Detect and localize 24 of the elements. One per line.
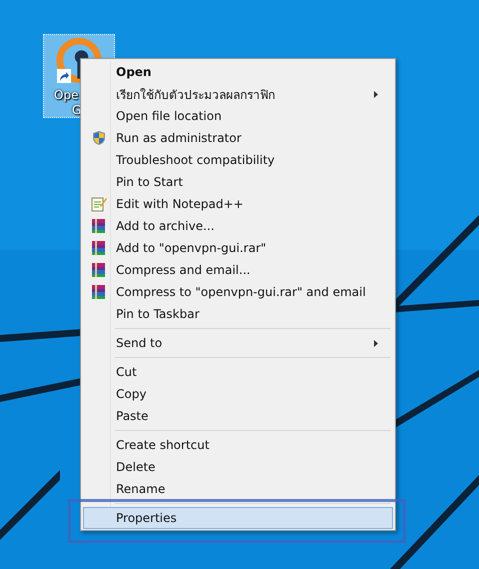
menu-item[interactable]: Run as administrator: [83, 127, 393, 149]
menu-item[interactable]: Pin to Start: [83, 171, 393, 193]
menu-item[interactable]: Properties: [83, 507, 393, 529]
menu-item[interactable]: Compress and email...: [83, 259, 393, 281]
menu-item[interactable]: Delete: [83, 456, 393, 478]
menu-item[interactable]: Pin to Taskbar: [83, 303, 393, 325]
menu-item[interactable]: Edit with Notepad++: [83, 193, 393, 215]
books-icon: [91, 284, 107, 300]
menu-item[interactable]: Rename: [83, 478, 393, 500]
icon-label: Ope: [54, 88, 78, 103]
notepad-icon: [91, 196, 107, 212]
menu-item[interactable]: Copy: [83, 383, 393, 405]
books-icon: [91, 240, 107, 256]
menu-item[interactable]: Add to "openvpn-gui.rar": [83, 237, 393, 259]
menu-item[interactable]: Send to: [83, 332, 393, 354]
menu-item[interactable]: Create shortcut: [83, 434, 393, 456]
menu-item[interactable]: Paste: [83, 405, 393, 427]
menu-item[interactable]: Troubleshoot compatibility: [83, 149, 393, 171]
menu-item[interactable]: Add to archive...: [83, 215, 393, 237]
menu-item[interactable]: Compress to "openvpn-gui.rar" and email: [83, 281, 393, 303]
books-icon: [91, 218, 107, 234]
books-icon: [91, 262, 107, 278]
shield-icon: [91, 130, 107, 146]
menu-item[interactable]: Cut: [83, 361, 393, 383]
